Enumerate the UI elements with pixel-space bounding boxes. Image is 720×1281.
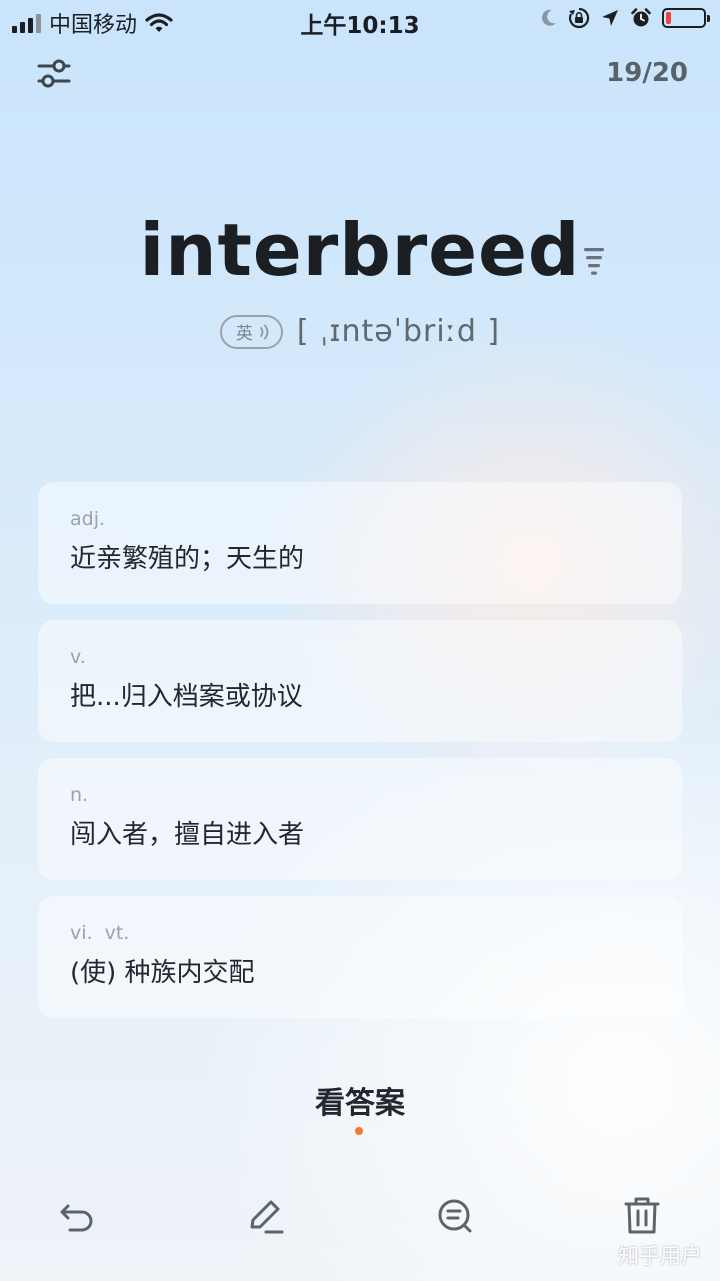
settings-button[interactable]	[36, 56, 72, 92]
definition-text: 近亲繁殖的；天生的	[70, 544, 305, 574]
definition-text: (使) 种族内交配	[70, 958, 255, 988]
edit-button[interactable]	[244, 1194, 288, 1238]
search-note-icon	[438, 1199, 472, 1233]
moon-icon	[541, 9, 556, 26]
part-of-speech: vi. vt.	[70, 922, 130, 944]
definition-card[interactable]: v. 把...归入档案或协议	[38, 620, 682, 742]
word-text: interbreed	[139, 208, 581, 292]
definition-text: 闯入者，擅自进入者	[70, 820, 305, 850]
search-note-button[interactable]	[433, 1194, 477, 1238]
show-answer-button[interactable]: 看答案	[0, 1078, 720, 1122]
battery-fill	[666, 12, 671, 24]
phonetic-text: [ ˌɪntəˈbriːd ]	[296, 314, 501, 349]
definition-text: 把...归入档案或协议	[70, 682, 303, 712]
edit-icon	[250, 1200, 284, 1234]
accent-label: 英	[235, 324, 253, 344]
alarm-icon	[631, 8, 651, 27]
phonetic-row: 英 [ ˌɪntəˈbriːd ]	[0, 314, 720, 349]
word-title: interbreed	[0, 208, 720, 292]
definition-card[interactable]: vi. vt. (使) 种族内交配	[38, 896, 682, 1018]
undo-icon	[60, 1204, 93, 1232]
part-of-speech: v.	[70, 646, 86, 668]
part-of-speech: n.	[70, 784, 89, 806]
rotation-lock-icon	[568, 7, 590, 29]
definition-card[interactable]: n. 闯入者，擅自进入者	[38, 758, 682, 880]
pronunciation-button[interactable]: 英	[219, 314, 283, 349]
undo-button[interactable]	[56, 1194, 100, 1238]
sliders-icon	[37, 59, 71, 88]
location-icon	[602, 10, 618, 26]
speaker-waves-icon	[259, 324, 269, 339]
frequency-icon[interactable]	[583, 246, 605, 276]
delete-button[interactable]	[620, 1194, 664, 1238]
page-indicator-dot	[355, 1127, 363, 1135]
definition-card[interactable]: adj. 近亲繁殖的；天生的	[38, 482, 682, 604]
battery-icon	[662, 8, 710, 28]
progress-counter: 19/20	[606, 58, 688, 88]
status-bar: 中国移动 上午10:13	[0, 0, 720, 40]
watermark: 知乎用户	[618, 1244, 702, 1268]
status-right	[540, 7, 710, 29]
part-of-speech: adj.	[70, 508, 106, 530]
trash-icon	[624, 1197, 660, 1234]
